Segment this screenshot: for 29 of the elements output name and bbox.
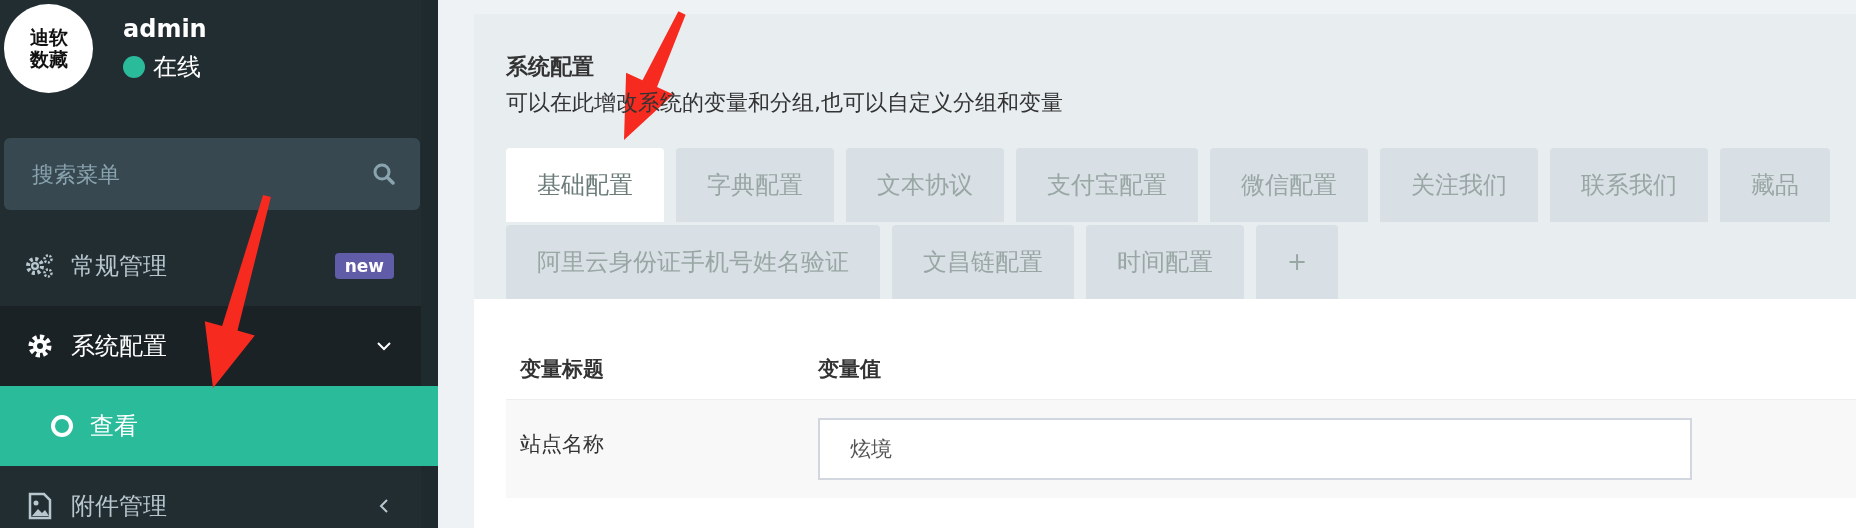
status-text: 在线 [153, 51, 201, 83]
search-field[interactable]: 搜索菜单 [4, 138, 420, 210]
new-badge: new [334, 253, 394, 279]
tab[interactable]: + [1256, 225, 1339, 299]
tab[interactable]: 基础配置 [506, 148, 664, 222]
tab[interactable]: 时间配置 [1086, 225, 1244, 299]
status-dot [123, 55, 145, 78]
tab[interactable]: 微信配置 [1210, 148, 1368, 222]
page-title: 系统配置 [506, 53, 595, 81]
menu-item[interactable]: 附件管理 [0, 466, 421, 528]
tab[interactable]: 文昌链配置 [892, 225, 1074, 299]
column-header: 变量标题 [519, 356, 605, 383]
tab[interactable]: 文本协议 [846, 148, 1004, 222]
column-header: 变量值 [818, 356, 881, 383]
tab[interactable]: 字典配置 [676, 148, 834, 222]
submenu-item[interactable]: 查看 [0, 386, 438, 466]
input-field[interactable]: 炫境 [818, 418, 1692, 480]
menu-item[interactable]: 系统配置 [0, 306, 421, 386]
tab[interactable]: 支付宝配置 [1016, 148, 1198, 222]
tab[interactable]: 阿里云身份证手机号姓名验证 [506, 225, 880, 299]
tab[interactable]: 藏品 [1720, 148, 1830, 222]
gears-icon [25, 253, 55, 279]
search-icon[interactable] [372, 162, 396, 186]
tab[interactable]: 联系我们 [1550, 148, 1708, 222]
circle-icon [50, 414, 74, 438]
logo: 迪软 数藏 [4, 4, 93, 93]
user-name: admin [123, 14, 207, 43]
variable-title: 站点名称 [519, 431, 605, 458]
tab[interactable]: 关注我们 [1380, 148, 1538, 222]
